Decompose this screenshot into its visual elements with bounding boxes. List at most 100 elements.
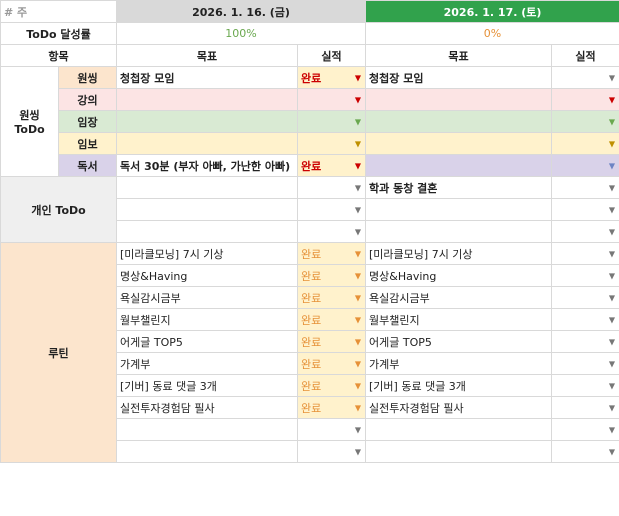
personal-status-day2[interactable]: ▼ bbox=[551, 220, 619, 243]
dropdown-arrow-icon[interactable]: ▼ bbox=[609, 161, 615, 170]
routine-goal-day2[interactable] bbox=[365, 418, 553, 441]
wonssing-status-day1[interactable]: 완료 ▼ bbox=[297, 66, 367, 89]
routine-status-day2[interactable]: ▼ bbox=[551, 374, 619, 397]
report-status-day1[interactable]: ▼ bbox=[297, 132, 367, 155]
dropdown-arrow-icon[interactable]: ▼ bbox=[609, 183, 615, 192]
routine-goal-day2[interactable]: 욕실감시금부 bbox=[365, 286, 553, 309]
routine-status-day1[interactable]: 완료 ▼ bbox=[297, 242, 367, 265]
reading-status-day2[interactable]: ▼ bbox=[551, 154, 619, 177]
dropdown-arrow-icon[interactable]: ▼ bbox=[609, 139, 615, 148]
dropdown-arrow-icon[interactable]: ▼ bbox=[355, 73, 361, 82]
routine-status-day2[interactable]: ▼ bbox=[551, 352, 619, 375]
routine-status-day2[interactable]: ▼ bbox=[551, 242, 619, 265]
dropdown-arrow-icon[interactable]: ▼ bbox=[355, 447, 361, 456]
routine-status-day2[interactable]: ▼ bbox=[551, 418, 619, 441]
dropdown-arrow-icon[interactable]: ▼ bbox=[609, 271, 615, 280]
dropdown-arrow-icon[interactable]: ▼ bbox=[609, 337, 615, 346]
routine-goal-day1[interactable]: [기버] 동료 댓글 3개 bbox=[116, 374, 299, 397]
dropdown-arrow-icon[interactable]: ▼ bbox=[355, 315, 361, 324]
dropdown-arrow-icon[interactable]: ▼ bbox=[355, 227, 361, 236]
dropdown-arrow-icon[interactable]: ▼ bbox=[609, 95, 615, 104]
dropdown-arrow-icon[interactable]: ▼ bbox=[355, 139, 361, 148]
dropdown-arrow-icon[interactable]: ▼ bbox=[355, 293, 361, 302]
routine-status-day2[interactable]: ▼ bbox=[551, 440, 619, 463]
routine-status-day1[interactable]: 완료 ▼ bbox=[297, 264, 367, 287]
routine-goal-day1[interactable] bbox=[116, 418, 299, 441]
routine-status-day1[interactable]: 완료 ▼ bbox=[297, 374, 367, 397]
lecture-status-day2[interactable]: ▼ bbox=[551, 88, 619, 111]
site-visit-goal-day2[interactable] bbox=[365, 110, 553, 133]
report-goal-day2[interactable] bbox=[365, 132, 553, 155]
dropdown-arrow-icon[interactable]: ▼ bbox=[355, 161, 361, 170]
reading-goal-day2[interactable] bbox=[365, 154, 553, 177]
dropdown-arrow-icon[interactable]: ▼ bbox=[355, 359, 361, 368]
dropdown-arrow-icon[interactable]: ▼ bbox=[609, 73, 615, 82]
dropdown-arrow-icon[interactable]: ▼ bbox=[355, 337, 361, 346]
routine-goal-day1[interactable]: 명상&Having bbox=[116, 264, 299, 287]
routine-goal-day1[interactable]: [미라클모닝] 7시 기상 bbox=[116, 242, 299, 265]
routine-status-day1[interactable]: 완료 ▼ bbox=[297, 396, 367, 419]
dropdown-arrow-icon[interactable]: ▼ bbox=[355, 183, 361, 192]
personal-status-day2[interactable]: ▼ bbox=[551, 176, 619, 199]
lecture-status-day1[interactable]: ▼ bbox=[297, 88, 367, 111]
personal-goal-day2[interactable] bbox=[365, 220, 553, 243]
routine-status-day1[interactable]: 완료 ▼ bbox=[297, 286, 367, 309]
dropdown-arrow-icon[interactable]: ▼ bbox=[355, 95, 361, 104]
routine-goal-day1[interactable]: 어게글 TOP5 bbox=[116, 330, 299, 353]
routine-goal-day1[interactable] bbox=[116, 440, 299, 463]
dropdown-arrow-icon[interactable]: ▼ bbox=[609, 425, 615, 434]
personal-goal-day1[interactable] bbox=[116, 198, 299, 221]
personal-status-day1[interactable]: ▼ bbox=[297, 220, 367, 243]
reading-goal-day1[interactable]: 독서 30분 (부자 아빠, 가난한 아빠) bbox=[116, 154, 299, 177]
dropdown-arrow-icon[interactable]: ▼ bbox=[609, 315, 615, 324]
dropdown-arrow-icon[interactable]: ▼ bbox=[609, 117, 615, 126]
routine-status-day2[interactable]: ▼ bbox=[551, 330, 619, 353]
lecture-goal-day2[interactable] bbox=[365, 88, 553, 111]
personal-goal-day2[interactable] bbox=[365, 198, 553, 221]
routine-goal-day2[interactable]: 가계부 bbox=[365, 352, 553, 375]
dropdown-arrow-icon[interactable]: ▼ bbox=[609, 227, 615, 236]
dropdown-arrow-icon[interactable]: ▼ bbox=[355, 425, 361, 434]
personal-goal-day1[interactable] bbox=[116, 176, 299, 199]
routine-status-day1[interactable]: 완료 ▼ bbox=[297, 352, 367, 375]
routine-status-day2[interactable]: ▼ bbox=[551, 308, 619, 331]
personal-goal-day1[interactable] bbox=[116, 220, 299, 243]
site-visit-status-day1[interactable]: ▼ bbox=[297, 110, 367, 133]
routine-status-day1[interactable]: ▼ bbox=[297, 418, 367, 441]
routine-status-day2[interactable]: ▼ bbox=[551, 264, 619, 287]
routine-status-day2[interactable]: ▼ bbox=[551, 396, 619, 419]
dropdown-arrow-icon[interactable]: ▼ bbox=[609, 293, 615, 302]
routine-status-day2[interactable]: ▼ bbox=[551, 286, 619, 309]
routine-goal-day1[interactable]: 욕실감시금부 bbox=[116, 286, 299, 309]
wonssing-goal-day2[interactable]: 청첩장 모임 bbox=[365, 66, 553, 89]
site-visit-status-day2[interactable]: ▼ bbox=[551, 110, 619, 133]
dropdown-arrow-icon[interactable]: ▼ bbox=[609, 249, 615, 258]
dropdown-arrow-icon[interactable]: ▼ bbox=[355, 205, 361, 214]
dropdown-arrow-icon[interactable]: ▼ bbox=[609, 359, 615, 368]
personal-status-day2[interactable]: ▼ bbox=[551, 198, 619, 221]
dropdown-arrow-icon[interactable]: ▼ bbox=[355, 271, 361, 280]
wonssing-status-day2[interactable]: ▼ bbox=[551, 66, 619, 89]
routine-goal-day1[interactable]: 실전투자경험담 필사 bbox=[116, 396, 299, 419]
dropdown-arrow-icon[interactable]: ▼ bbox=[355, 249, 361, 258]
routine-goal-day2[interactable]: 실전투자경험담 필사 bbox=[365, 396, 553, 419]
lecture-goal-day1[interactable] bbox=[116, 88, 299, 111]
wonssing-goal-day1[interactable]: 청첩장 모임 bbox=[116, 66, 299, 89]
routine-status-day1[interactable]: ▼ bbox=[297, 440, 367, 463]
dropdown-arrow-icon[interactable]: ▼ bbox=[609, 447, 615, 456]
routine-goal-day2[interactable]: [기버] 동료 댓글 3개 bbox=[365, 374, 553, 397]
routine-status-day1[interactable]: 완료 ▼ bbox=[297, 308, 367, 331]
date-day1[interactable]: 2026. 1. 16. (금) bbox=[116, 0, 367, 23]
report-goal-day1[interactable] bbox=[116, 132, 299, 155]
dropdown-arrow-icon[interactable]: ▼ bbox=[355, 117, 361, 126]
routine-goal-day1[interactable]: 가계부 bbox=[116, 352, 299, 375]
routine-goal-day2[interactable] bbox=[365, 440, 553, 463]
routine-goal-day2[interactable]: 어게글 TOP5 bbox=[365, 330, 553, 353]
routine-goal-day2[interactable]: 명상&Having bbox=[365, 264, 553, 287]
routine-goal-day1[interactable]: 월부챌린지 bbox=[116, 308, 299, 331]
reading-status-day1[interactable]: 완료 ▼ bbox=[297, 154, 367, 177]
personal-goal-day2[interactable]: 학과 동창 결혼 bbox=[365, 176, 553, 199]
dropdown-arrow-icon[interactable]: ▼ bbox=[355, 403, 361, 412]
dropdown-arrow-icon[interactable]: ▼ bbox=[355, 381, 361, 390]
routine-goal-day2[interactable]: 월부챌린지 bbox=[365, 308, 553, 331]
